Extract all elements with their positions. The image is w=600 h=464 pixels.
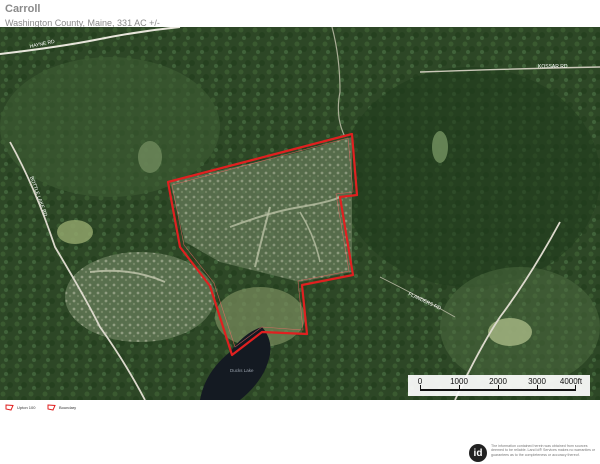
land-id-logo[interactable]: id [469,444,487,462]
boundary-swatch-icon [47,404,56,411]
scale-label: 2000 [489,377,507,386]
scale-label: 0 [417,377,423,386]
scale-bar: 0 1000 2000 3000 4000ft [408,375,590,396]
page-title: Carroll [5,3,41,15]
road-label-kossar: KOSSAR RD [538,64,568,70]
forest-patch [340,67,600,287]
clearcut-area [65,252,215,342]
boundary-swatch-icon [5,404,14,411]
scale-label: 4000ft [559,377,583,386]
disclaimer-text: The information contained herein was obt… [491,444,596,457]
field [138,141,162,173]
scale-label: 3000 [528,377,546,386]
field [432,131,448,163]
map-header: Carroll Washington County, Maine, 331 AC… [5,3,160,29]
field [488,318,532,346]
field [57,220,93,244]
legend-item-boundary: Boundary [47,404,76,411]
legend-label: Upton 100 [17,405,36,410]
lake-label: Ducks Lake [230,368,254,373]
scale-label: 1000 [450,377,468,386]
legend-label: Boundary [59,405,77,410]
satellite-map[interactable]: HAYNE RD BOTTLE LAKE RD KOSSAR RD FLANDE… [0,27,600,400]
legend-item-upton: Upton 100 [5,404,35,411]
map-canvas[interactable]: HAYNE RD BOTTLE LAKE RD KOSSAR RD FLANDE… [0,27,600,400]
